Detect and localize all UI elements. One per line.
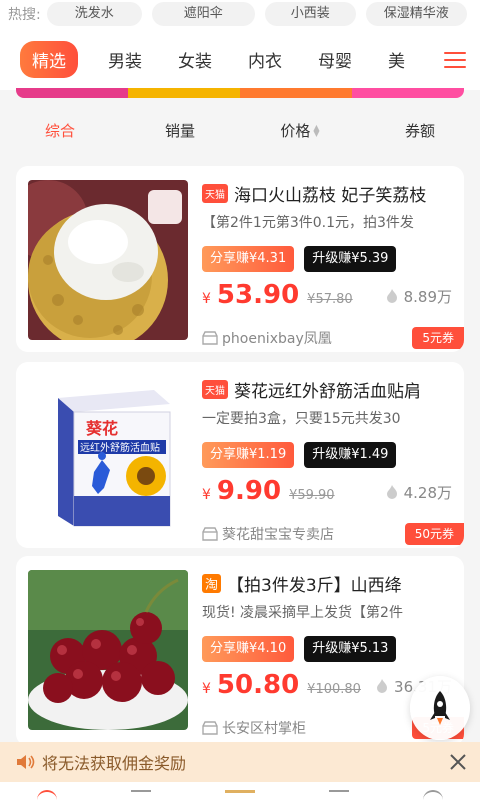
speaker-icon: [17, 755, 35, 769]
coupon-badge[interactable]: 50元券: [404, 523, 464, 545]
hot-chip-0[interactable]: 洗发水: [46, 2, 142, 26]
rocket-icon: [430, 691, 450, 725]
banner-segment: [352, 88, 464, 98]
tab-fade: [406, 28, 436, 90]
tab-underwear[interactable]: 内衣: [248, 47, 282, 72]
nav-profile-icon[interactable]: [423, 790, 443, 800]
sales-value: 4.28万: [403, 483, 452, 502]
price: 50.80: [216, 670, 300, 700]
back-to-top-button[interactable]: [410, 676, 470, 740]
shop-icon: [202, 527, 218, 541]
sales-count: 4.28万: [386, 482, 452, 503]
menu-icon[interactable]: [444, 52, 466, 68]
product-image-patch-box: 葵花 远红外舒筋活血贴: [28, 376, 188, 536]
sort-sales[interactable]: 销量: [120, 120, 240, 141]
sort-comprehensive[interactable]: 综合: [0, 120, 120, 141]
product-image-lychee: [28, 180, 188, 340]
sort-arrows-icon: ▲ ▼: [313, 123, 320, 138]
hot-search-bar: 热搜: 洗发水 遮阳伞 小西装 保湿精华液: [0, 0, 480, 28]
tab-beauty[interactable]: 美: [388, 47, 405, 72]
coupon-badge[interactable]: 5元券: [412, 327, 464, 349]
original-price: ¥59.90: [289, 488, 335, 503]
notice-text: 将无法获取佣金奖励: [42, 754, 187, 773]
taobao-badge: 淘: [202, 573, 222, 593]
tmall-badge: 天猫: [202, 183, 228, 203]
banner-segment: [16, 88, 128, 98]
tab-menswear[interactable]: 男装: [108, 47, 142, 72]
product-card[interactable]: 天猫 海口火山荔枝 妃子笑荔枝 【第2件1元第3件0.1元，拍3件发 分享赚¥4…: [16, 166, 464, 352]
banner-strip[interactable]: [16, 88, 464, 98]
price-symbol: ¥: [202, 681, 211, 697]
sort-bar: 综合 销量 价格 ▲ ▼ 券额: [0, 104, 480, 156]
tmall-badge: 天猫: [202, 379, 228, 399]
box-title: 远红外舒筋活血贴: [80, 441, 160, 454]
bottom-nav: [0, 782, 480, 800]
shop-icon: [202, 331, 218, 345]
upgrade-earn-badge[interactable]: 升级赚¥1.49: [304, 442, 397, 468]
shop-name[interactable]: phoenixbay凤凰: [222, 328, 332, 348]
nav-home-icon[interactable]: [37, 790, 57, 800]
price: 9.90: [216, 476, 282, 506]
price-symbol: ¥: [202, 487, 211, 503]
price: 53.90: [216, 280, 300, 310]
tab-baby[interactable]: 母婴: [318, 47, 352, 72]
tab-womenswear[interactable]: 女装: [178, 47, 212, 72]
sort-coupon[interactable]: 券额: [360, 120, 480, 141]
nav-center-icon[interactable]: [225, 790, 255, 800]
sort-price[interactable]: 价格 ▲ ▼: [240, 120, 360, 141]
shop-name[interactable]: 葵花甜宝宝专卖店: [222, 524, 334, 544]
hot-search-label: 热搜:: [8, 7, 41, 23]
nav-category-icon[interactable]: [131, 790, 151, 800]
commission-notice: 将无法获取佣金奖励: [0, 742, 480, 782]
hot-chip-3[interactable]: 保湿精华液: [365, 2, 467, 26]
original-price: ¥57.80: [307, 292, 353, 307]
hot-chip-1[interactable]: 遮阳伞: [151, 2, 255, 26]
product-title: 【拍3件发3斤】山西绛: [227, 575, 402, 596]
flame-icon: [377, 679, 388, 693]
sales-value: 8.89万: [403, 287, 452, 306]
sort-price-label: 价格: [280, 121, 311, 140]
product-subtitle: 一定要拍3盒，只要15元共发30: [202, 411, 401, 427]
upgrade-earn-badge[interactable]: 升级赚¥5.13: [304, 636, 397, 662]
product-card[interactable]: 淘 【拍3件发3斤】山西绛 现货! 凌晨采摘早上发货【第2件 分享赚¥4.10 …: [16, 556, 464, 746]
share-earn-badge[interactable]: 分享赚¥4.10: [202, 636, 295, 662]
box-brand: 葵花: [86, 419, 118, 438]
flame-icon: [386, 289, 397, 303]
hot-chip-2[interactable]: 小西装: [264, 2, 356, 26]
sales-count: 8.89万: [386, 286, 452, 307]
banner-segment: [240, 88, 352, 98]
category-tabs: 精选 男装 女装 内衣 母婴 美: [0, 28, 480, 90]
share-earn-badge[interactable]: 分享赚¥1.19: [202, 442, 295, 468]
shop-icon: [202, 721, 218, 735]
product-subtitle: 现货! 凌晨采摘早上发货【第2件: [202, 605, 403, 621]
shop-name[interactable]: 长安区村掌柜: [222, 718, 306, 738]
tab-featured[interactable]: 精选: [20, 40, 78, 78]
product-card[interactable]: 葵花 远红外舒筋活血贴 天猫 葵花远红外舒筋活血贴肩 一定要拍3盒，只要15元共…: [16, 362, 464, 548]
product-subtitle: 【第2件1元第3件0.1元，拍3件发: [202, 215, 414, 231]
product-title: 海口火山荔枝 妃子笑荔枝: [234, 185, 427, 206]
price-symbol: ¥: [202, 291, 211, 307]
product-title: 葵花远红外舒筋活血贴肩: [234, 381, 421, 402]
banner-segment: [128, 88, 240, 98]
upgrade-earn-badge[interactable]: 升级赚¥5.39: [304, 246, 397, 272]
product-image-cherries: [28, 570, 188, 730]
close-icon[interactable]: [448, 752, 468, 772]
flame-icon: [386, 485, 397, 499]
nav-message-icon[interactable]: [329, 790, 349, 800]
share-earn-badge[interactable]: 分享赚¥4.31: [202, 246, 295, 272]
original-price: ¥100.80: [307, 682, 361, 697]
